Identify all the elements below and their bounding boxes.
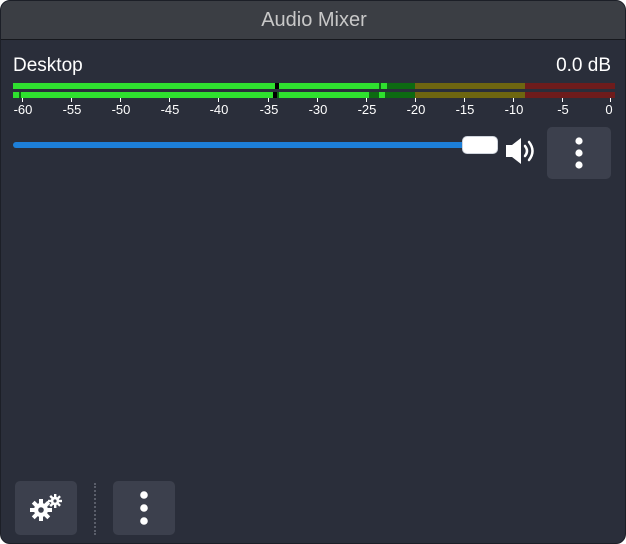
meter-red-zone-bottom [525,92,615,98]
tick-label: -10 [504,102,524,117]
tick-label: -20 [406,102,426,117]
tick-label: -60 [13,102,33,117]
tick-label: 0 [605,102,613,117]
volume-slider-handle[interactable] [462,136,498,154]
meter-peak-hold-top [381,83,387,89]
meter-level2-top [279,83,379,89]
volume-meter [13,83,615,98]
tick-label: -50 [111,102,131,117]
advanced-audio-settings-button[interactable] [15,481,77,535]
tick-label: -35 [259,102,279,117]
tick-label: -5 [557,102,569,117]
tick-label: -45 [160,102,180,117]
meter-red-zone-top [525,83,615,89]
meter-yellow-zone-top [415,83,525,89]
tick-label: -30 [308,102,328,117]
speaker-icon[interactable] [505,135,541,167]
toolbar-separator [94,483,96,535]
mixer-menu-button[interactable] [113,481,175,535]
source-menu-button[interactable] [547,127,611,179]
meter-level-top [13,83,275,89]
meter-peak-marker-bottom [273,92,277,98]
meter-peak-hold-bottom [379,92,385,98]
tick-label: -40 [209,102,229,117]
tick-label: -55 [62,102,82,117]
vertical-dots-icon [575,137,583,169]
meter-level2-bottom [279,92,369,98]
vertical-dots-icon [140,491,148,525]
tick-label: -25 [357,102,377,117]
gears-icon [30,494,62,521]
meter-peak-marker-top [275,83,279,89]
tick-label: -15 [455,102,475,117]
meter-yellow-zone-bottom [415,92,525,98]
meter-level-bottom-a [13,92,19,98]
meter-level-bottom-b [21,92,273,98]
volume-slider-track[interactable] [13,142,483,148]
audio-mixer-window: Audio Mixer Desktop 0.0 dB -60 -55 -50 -… [0,0,626,544]
